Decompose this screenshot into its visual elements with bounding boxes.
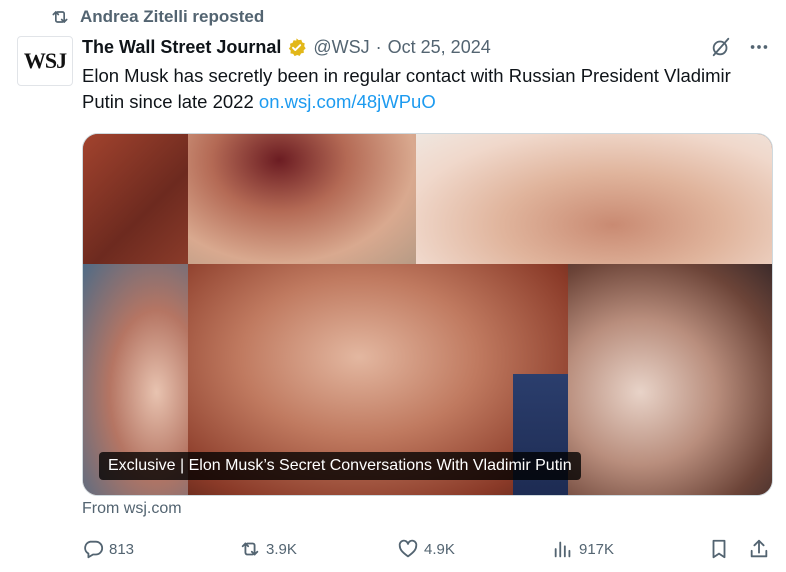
- repost-indicator[interactable]: Andrea Zitelli reposted: [50, 6, 264, 28]
- tweet-text: Elon Musk has secretly been in regular c…: [82, 63, 772, 115]
- post-date[interactable]: Oct 25, 2024: [388, 37, 491, 58]
- action-bar: 813 3.9K 4.9K 917K: [82, 538, 772, 564]
- share-button[interactable]: [748, 538, 775, 560]
- repost-count: 3.9K: [266, 540, 297, 558]
- author-name[interactable]: The Wall Street Journal: [82, 37, 281, 58]
- bookmark-icon: [708, 538, 730, 560]
- heart-icon: [397, 538, 419, 560]
- views-count: 917K: [579, 540, 615, 558]
- bookmark-button[interactable]: [708, 538, 735, 560]
- views-chart-icon: [552, 538, 574, 560]
- repost-button[interactable]: 3.9K: [239, 538, 297, 560]
- like-count: 4.9K: [424, 540, 455, 558]
- tweet-link[interactable]: on.wsj.com/48jWPuO: [259, 91, 436, 112]
- repost-text: Andrea Zitelli reposted: [80, 7, 265, 26]
- verified-badge-icon[interactable]: [286, 37, 307, 58]
- reply-count: 813: [109, 540, 135, 558]
- views-button[interactable]: 917K: [552, 538, 614, 560]
- avatar[interactable]: WSJ: [17, 36, 73, 86]
- author-handle[interactable]: @WSJ: [313, 37, 369, 58]
- repost-icon: [50, 7, 70, 27]
- tweet-header: The Wall Street Journal @WSJ · Oct 25, 2…: [82, 34, 770, 60]
- card-caption: Exclusive | Elon Musk’s Secret Conversat…: [99, 452, 581, 480]
- separator-dot: ·: [375, 36, 382, 57]
- header-actions: [710, 34, 770, 60]
- grok-icon[interactable]: [710, 36, 732, 58]
- reply-icon: [82, 538, 104, 560]
- repost-icon: [239, 538, 261, 560]
- card-source[interactable]: From wsj.com: [82, 500, 182, 518]
- wsj-logo: WSJ: [23, 48, 67, 73]
- like-button[interactable]: 4.9K: [397, 538, 455, 560]
- share-icon: [748, 538, 770, 560]
- more-options-icon[interactable]: [748, 36, 770, 58]
- reply-button[interactable]: 813: [82, 538, 134, 560]
- link-card[interactable]: Exclusive | Elon Musk’s Secret Conversat…: [82, 133, 773, 496]
